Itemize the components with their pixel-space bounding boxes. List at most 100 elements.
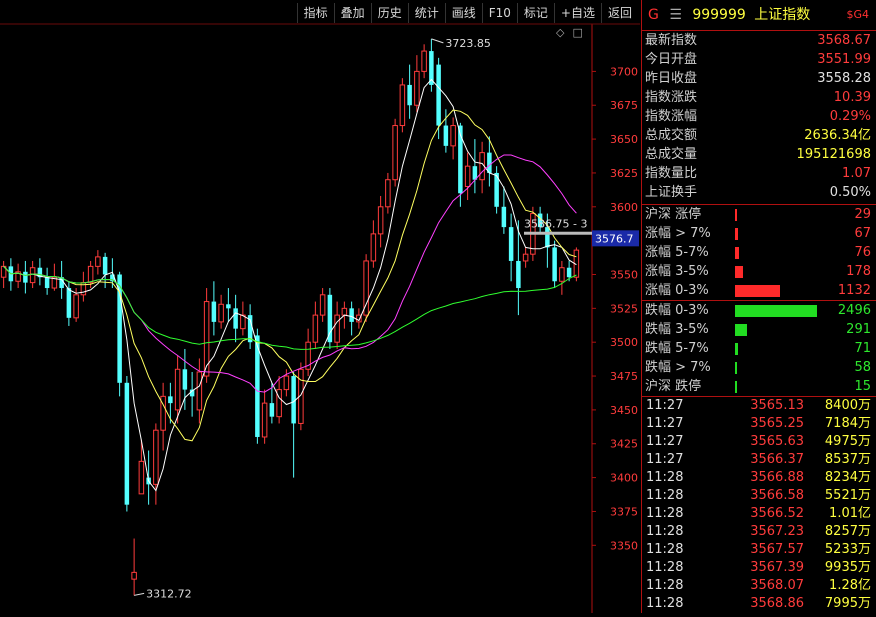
tick-price: 3565.13 xyxy=(750,398,804,413)
tick-volume: 5233万 xyxy=(824,542,871,557)
breadth-row: 跌幅 5-7% 71 xyxy=(642,339,876,358)
candle-body-down xyxy=(508,227,514,261)
candle-body-up xyxy=(370,233,377,262)
toolbar-button-0[interactable]: 指标 xyxy=(296,3,334,23)
price-tick-label: 3675 xyxy=(610,99,638,112)
toolbar-button-6[interactable]: 标记 xyxy=(516,3,554,23)
breadth-bar xyxy=(735,227,739,240)
tick-time: 11:28 xyxy=(646,488,684,503)
low-marker-line xyxy=(134,592,145,596)
breadth-row: 涨幅 3-5% 178 xyxy=(642,262,876,281)
candle-body-up xyxy=(450,125,456,147)
candle-body-up xyxy=(312,314,319,343)
candle-body-up xyxy=(385,179,391,208)
tick-volume: 8234万 xyxy=(824,470,871,485)
high-marker-line xyxy=(431,38,444,44)
tick-row: 11:28 3567.39 9935万 xyxy=(642,559,876,577)
tick-price: 3567.23 xyxy=(750,524,804,539)
quote-value: 3568.67 xyxy=(817,33,871,48)
kline-chart[interactable]: 3700367536503625360035753550352535003475… xyxy=(0,0,640,613)
index-code: 999999 xyxy=(692,7,746,23)
candle-body-up xyxy=(153,429,159,485)
diamond-icon[interactable]: ◇ xyxy=(556,26,564,39)
breadth-value: 178 xyxy=(846,264,871,279)
tick-row: 11:28 3568.86 7995万 xyxy=(642,595,876,613)
toolbar-button-5[interactable]: F10 xyxy=(481,3,517,23)
tick-price: 3566.37 xyxy=(750,452,804,467)
quote-label: 昨日收盘 xyxy=(645,71,698,86)
tick-time: 11:28 xyxy=(646,578,684,593)
square-icon[interactable]: □ xyxy=(572,26,582,39)
quote-panel-header: G ☰ 999999 上证指数 $G4 xyxy=(642,0,876,31)
breadth-value: 58 xyxy=(854,360,871,375)
price-tick-label: 3525 xyxy=(610,302,638,315)
candle-body-down xyxy=(233,308,238,329)
tick-row: 11:28 3567.23 8257万 xyxy=(642,523,876,541)
candle-body-up xyxy=(203,301,210,377)
breadth-label: 跌幅 3-5% xyxy=(645,322,709,337)
candle-body-up xyxy=(464,165,471,187)
breadth-label: 跌幅 5-7% xyxy=(645,341,709,356)
quote-value: 3558.28 xyxy=(817,71,871,86)
breadth-label: 涨幅 > 7% xyxy=(645,226,711,241)
quote-panel: G ☰ 999999 上证指数 $G4 最新指数 3568.67 今日开盘 3551.… xyxy=(641,0,876,613)
quote-label: 指数涨幅 xyxy=(645,109,698,124)
tick-volume: 9935万 xyxy=(824,560,871,575)
candle-body-up xyxy=(559,267,565,282)
kline-chart-area[interactable]: 3700367536503625360035753550352535003475… xyxy=(0,0,640,613)
tick-row: 11:27 3565.25 7184万 xyxy=(642,415,876,433)
candle-body-up xyxy=(399,84,406,127)
tick-time: 11:27 xyxy=(646,452,684,467)
candle-body-up xyxy=(95,256,101,267)
candle-body-down xyxy=(168,396,173,404)
candle-body-down xyxy=(226,304,231,309)
high-price-label: 3723.85 xyxy=(445,37,491,50)
toolbar-button-8[interactable]: 返回 xyxy=(600,3,638,23)
breadth-value: 15 xyxy=(854,379,871,394)
market-breadth: 沪深 涨停 29 涨幅 > 7% 67 涨幅 5-7% 76 涨幅 3-5% 178 涨幅 0-… xyxy=(642,205,876,397)
tick-row: 11:27 3566.37 8537万 xyxy=(642,451,876,469)
breadth-row: 沪深 跌停 15 xyxy=(642,377,876,396)
toolbar-button-2[interactable]: 历史 xyxy=(370,3,408,23)
price-tick-label: 3625 xyxy=(610,167,638,180)
tick-price: 3568.86 xyxy=(750,596,804,611)
cursor-bar xyxy=(524,231,592,235)
quote-row: 昨日收盘 3558.28 xyxy=(642,69,876,88)
toolbar-button-4[interactable]: 画线 xyxy=(444,3,482,23)
candle-body-up xyxy=(131,571,137,580)
candle-body-down xyxy=(436,64,441,126)
quote-label: 今日开盘 xyxy=(645,52,698,67)
breadth-bar xyxy=(735,323,748,336)
quote-list: 最新指数 3568.67 今日开盘 3551.99 昨日收盘 3558.28 指数涨跌 10.… xyxy=(642,31,876,205)
quote-row: 指数涨幅 0.29% xyxy=(642,107,876,126)
breadth-row: 涨幅 5-7% 76 xyxy=(642,243,876,262)
tick-row: 11:28 3567.57 5233万 xyxy=(642,541,876,559)
candle-body-up xyxy=(414,70,420,106)
candle-body-up xyxy=(196,371,203,411)
candle-body-up xyxy=(522,253,529,262)
toolbar-button-7[interactable]: +自选 xyxy=(553,3,601,23)
candle-body-up xyxy=(392,125,398,181)
candle-body-up xyxy=(29,267,36,284)
tick-list[interactable]: 11:27 3565.13 8400万 11:27 3565.25 7184万 11:27 3… xyxy=(642,397,876,613)
tick-time: 11:28 xyxy=(646,542,684,557)
breadth-bar xyxy=(735,361,738,374)
candle-body-down xyxy=(44,277,50,289)
toolbar-button-3[interactable]: 统计 xyxy=(407,3,445,23)
quote-value: 0.50% xyxy=(829,185,871,200)
candle-body-down xyxy=(566,267,572,278)
cursor-price-label: 3586.75 - 3 xyxy=(524,218,587,231)
toolbar-button-1[interactable]: 叠加 xyxy=(333,3,371,23)
tick-price: 3568.07 xyxy=(750,578,804,593)
price-tick-label: 3500 xyxy=(610,336,638,349)
tick-time: 11:28 xyxy=(646,596,684,611)
quote-label: 最新指数 xyxy=(645,33,698,48)
quote-label: 指数量比 xyxy=(645,166,698,181)
menu-icon[interactable]: ☰ xyxy=(669,7,682,23)
price-tick-label: 3350 xyxy=(610,539,638,552)
breadth-bar xyxy=(735,265,744,278)
price-tick-label: 3425 xyxy=(610,438,638,451)
tick-price: 3567.39 xyxy=(750,560,804,575)
tick-row: 11:28 3566.58 5521万 xyxy=(642,487,876,505)
breadth-value: 2496 xyxy=(837,303,871,318)
